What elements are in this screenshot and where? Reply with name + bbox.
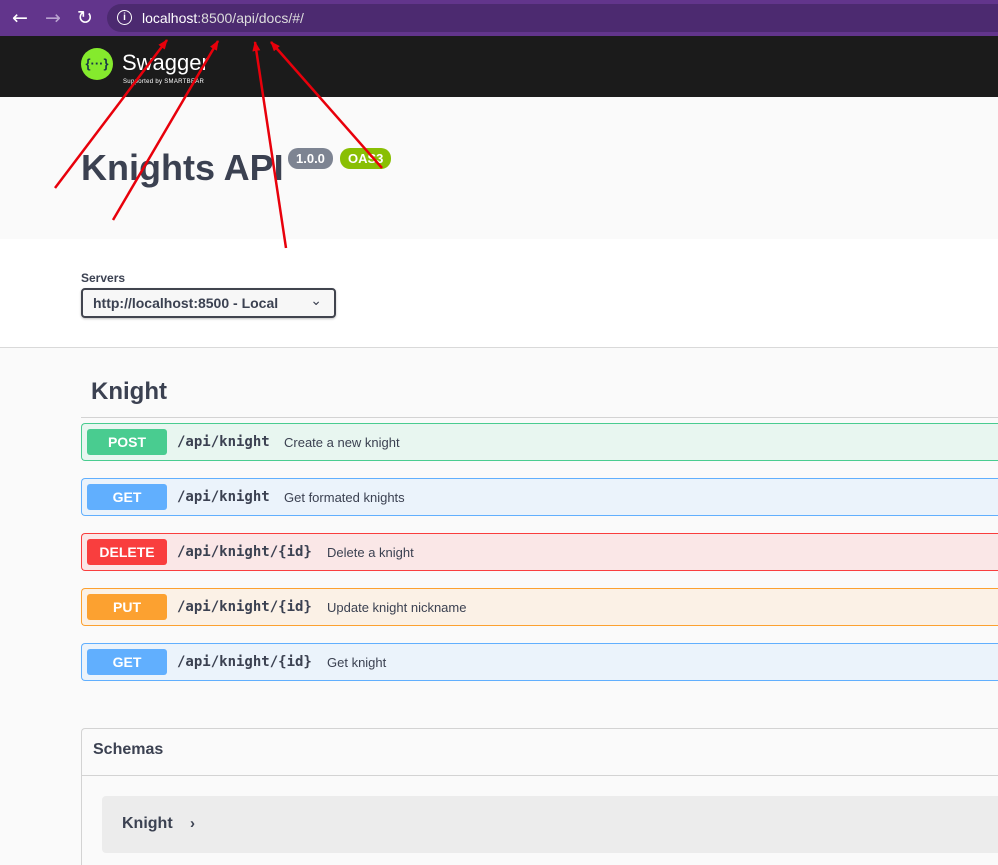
annotation-arrow [111, 40, 220, 221]
annotation-arrow [54, 39, 168, 189]
annotation-arrows [54, 39, 383, 249]
annotation-arrow [252, 41, 288, 249]
annotation-arrow [270, 41, 383, 169]
